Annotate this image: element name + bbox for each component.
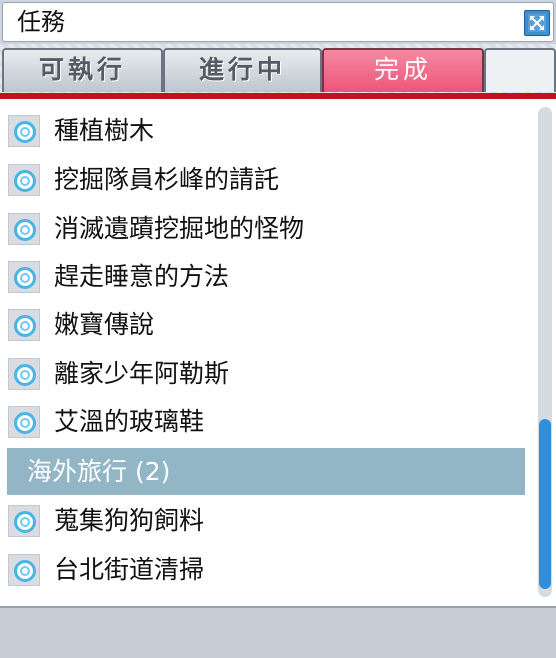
bottom-panel: [0, 606, 556, 658]
quest-label: 嫩寶傳說: [54, 310, 155, 339]
quest-ring-icon: [8, 309, 40, 341]
tab-in-progress[interactable]: 進行中: [163, 48, 322, 92]
tab-completed[interactable]: 完成: [322, 48, 484, 92]
scrollbar-thumb[interactable]: [539, 419, 551, 589]
group-header-label: 海外旅行 (2): [27, 457, 171, 486]
quest-label: 挖掘隊員杉峰的請託: [54, 165, 280, 194]
quest-list-item[interactable]: 艾溫的玻璃鞋: [0, 398, 530, 446]
close-button[interactable]: [524, 10, 550, 36]
quest-list: 種植樹木 挖掘隊員杉峰的請託 消滅遺蹟挖掘地的怪物 趕走睡意的方法 嫩寶傳說 離…: [0, 99, 556, 606]
quest-list-item[interactable]: 消滅遺蹟挖掘地的怪物: [0, 205, 530, 253]
quest-label: 艾溫的玻璃鞋: [54, 407, 205, 436]
quest-label: 消滅遺蹟挖掘地的怪物: [54, 214, 305, 243]
quest-list-item[interactable]: 挖掘隊員杉峰的請託: [0, 156, 530, 204]
quest-ring-icon: [8, 406, 40, 438]
title-bar: 任務: [2, 2, 554, 42]
quest-ring-icon: [8, 115, 40, 147]
quest-label: 離家少年阿勒斯: [54, 359, 230, 388]
group-header-overseas-travel[interactable]: 海外旅行 (2): [7, 448, 525, 495]
quest-ring-icon: [8, 261, 40, 293]
tab-bar-filler: [484, 48, 556, 92]
quest-label: 種植樹木: [54, 116, 155, 145]
quest-list-item[interactable]: 種植樹木: [0, 107, 530, 155]
quest-list-item[interactable]: 蒐集狗狗飼料: [0, 497, 530, 545]
quest-label: 台北街道清掃: [54, 555, 205, 584]
quest-ring-icon: [8, 164, 40, 196]
window-title: 任務: [17, 8, 65, 36]
quest-ring-icon: [8, 554, 40, 586]
quest-list-item[interactable]: 台北街道清掃: [0, 546, 530, 594]
quest-list-item[interactable]: 離家少年阿勒斯: [0, 350, 530, 398]
tab-bar: 可執行 進行中 完成: [0, 44, 556, 94]
quest-window: 任務 可執行 進行中 完成 種植樹木 挖掘隊員杉峰的請託 消滅遺蹟挖掘地的怪物 …: [0, 0, 556, 658]
quest-label: 趕走睡意的方法: [54, 262, 230, 291]
quest-list-item[interactable]: 趕走睡意的方法: [0, 253, 530, 301]
quest-list-item[interactable]: 嫩寶傳說: [0, 301, 530, 349]
quest-ring-icon: [8, 358, 40, 390]
close-icon: [528, 14, 546, 32]
quest-ring-icon: [8, 213, 40, 245]
quest-label: 蒐集狗狗飼料: [54, 506, 205, 535]
tab-available[interactable]: 可執行: [2, 48, 163, 92]
quest-ring-icon: [8, 505, 40, 537]
